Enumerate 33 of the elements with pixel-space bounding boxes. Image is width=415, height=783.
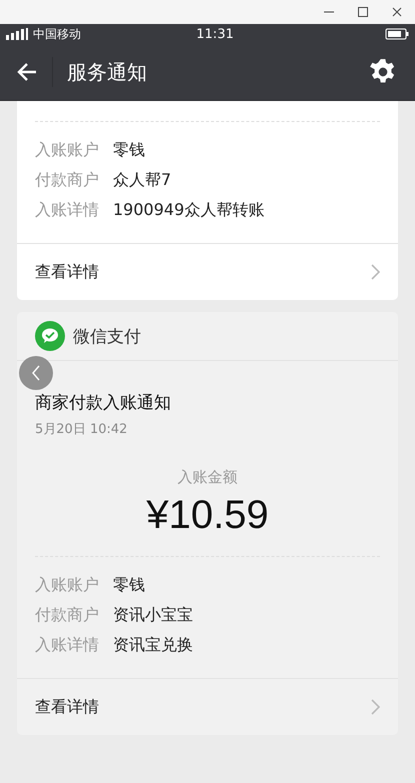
chevron-right-icon — [371, 264, 380, 280]
field-value: 众人帮7 — [113, 170, 172, 191]
battery-icon — [385, 28, 409, 40]
chevron-left-icon — [31, 365, 41, 381]
field-value: 零钱 — [113, 140, 145, 161]
field-value: 1900949众人帮转账 — [113, 200, 264, 221]
notification-card[interactable]: 入账账户 零钱 付款商户 众人帮7 入账详情 1900949众人帮转账 查看详情 — [17, 101, 398, 300]
service-name: 微信支付 — [73, 326, 141, 348]
view-details-link[interactable]: 查看详情 — [35, 262, 371, 282]
page-title: 服务通知 — [67, 58, 148, 86]
amount-value: ¥10.59 — [145, 493, 270, 538]
notice-title: 商家付款入账通知 — [35, 392, 172, 414]
carrier-name: 中国移动 — [33, 26, 81, 42]
back-button[interactable] — [16, 61, 38, 83]
field-value: 资讯小宝宝 — [113, 605, 193, 626]
field-value: 资讯宝兑换 — [113, 635, 193, 656]
notification-card[interactable]: 微信支付 商家付款入账通知 5月20日 10:42 入账金额 ¥10.59 入账账户 零钱 付款商户 资讯小宝宝 入账详情 资讯宝兑换 查看详情 — [17, 312, 398, 735]
field-label: 入账账户 — [35, 140, 99, 161]
close-icon[interactable] — [391, 6, 403, 18]
field-label: 付款商户 — [35, 170, 99, 191]
field-label: 入账详情 — [35, 635, 99, 656]
field-label: 付款商户 — [35, 605, 99, 626]
status-time: 11:31 — [196, 26, 234, 42]
chevron-right-icon — [371, 699, 380, 715]
wechat-pay-icon — [35, 321, 65, 351]
notice-date: 5月20日 10:42 — [35, 421, 128, 438]
signal-icon — [6, 28, 30, 40]
view-details-link[interactable]: 查看详情 — [35, 696, 371, 718]
field-label: 入账详情 — [35, 200, 99, 221]
field-label: 入账账户 — [35, 575, 99, 596]
amount-label: 入账金额 — [176, 468, 238, 487]
field-value: 零钱 — [113, 575, 145, 596]
maximize-icon[interactable] — [357, 6, 369, 18]
